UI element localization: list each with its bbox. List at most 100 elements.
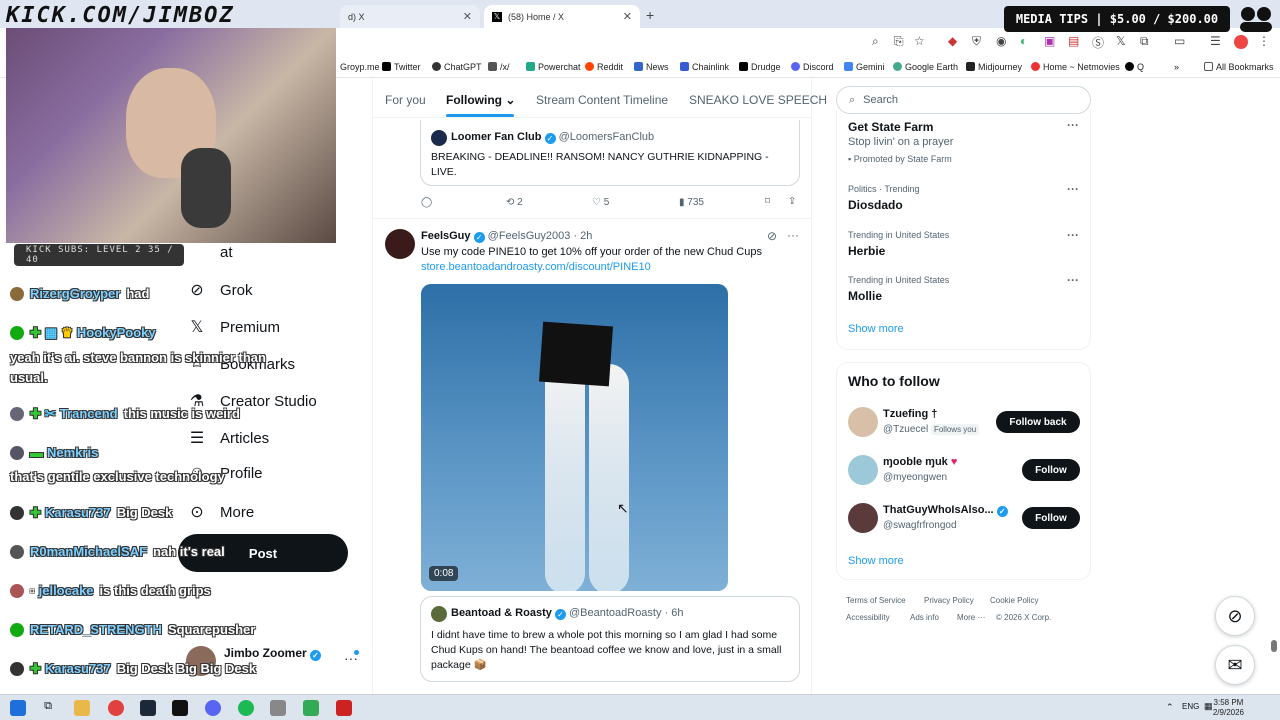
sidebar-item-grok[interactable]: ⊘ Grok: [186, 280, 252, 300]
tray-chevron-icon[interactable]: ⌃: [1166, 702, 1174, 713]
bookmark[interactable]: Q: [1125, 62, 1144, 72]
scrollbar-thumb[interactable]: [1271, 640, 1277, 652]
spotify-icon[interactable]: [238, 700, 254, 716]
reply-icon[interactable]: ◯: [421, 197, 432, 208]
bookmark[interactable]: News: [634, 62, 669, 72]
kick-app-icon[interactable]: [172, 700, 188, 716]
sidebar-item-articles[interactable]: ☰ Articles: [186, 428, 269, 448]
app-icon[interactable]: [303, 700, 319, 716]
extension-icon[interactable]: ▣: [1044, 34, 1055, 48]
trend-name[interactable]: Diosdado: [848, 198, 903, 212]
bookmark[interactable]: Chainlink: [680, 62, 729, 72]
install-icon[interactable]: ⎘: [894, 34, 904, 49]
zoom-icon[interactable]: ⌕: [872, 34, 879, 49]
bookmark[interactable]: Discord: [791, 62, 834, 72]
author-name[interactable]: FeelsGuy: [421, 230, 471, 242]
more-horizontal-icon[interactable]: ···: [1067, 228, 1079, 242]
user-name-row[interactable]: ɱooble ɱuk ♥: [883, 456, 957, 468]
sidebar-item-premium[interactable]: 𝕏 Premium: [186, 317, 280, 337]
show-more-link[interactable]: Show more: [848, 323, 904, 335]
bookmark[interactable]: Powerchat: [526, 62, 581, 72]
quoted-post[interactable]: Loomer Fan Club ✓ @LoomersFanClub BREAKI…: [420, 120, 800, 186]
all-bookmarks[interactable]: All Bookmarks: [1204, 62, 1274, 72]
file-explorer-icon[interactable]: [74, 700, 90, 716]
messages-icon[interactable]: ✉: [1215, 645, 1255, 685]
more-horizontal-icon[interactable]: ···: [1067, 118, 1079, 132]
tab-for-you[interactable]: For you: [385, 93, 426, 107]
discord-icon[interactable]: [205, 700, 221, 716]
avatar[interactable]: [385, 229, 415, 259]
sidebar-item-chat[interactable]: at: [186, 244, 233, 261]
browser-tab-active[interactable]: 𝕏 (58) Home / X ✕: [484, 5, 640, 28]
extension-icon[interactable]: ▤: [1068, 34, 1079, 48]
promo-title[interactable]: Get State Farm: [848, 120, 933, 134]
app-icon[interactable]: [270, 700, 286, 716]
bookmark[interactable]: Midjourney: [966, 62, 1022, 72]
bookmark[interactable]: Groyp.me: [340, 62, 380, 72]
new-tab-icon[interactable]: +: [646, 7, 654, 23]
more-horizontal-icon[interactable]: ···: [787, 228, 799, 242]
grok-icon[interactable]: ⊘: [1215, 596, 1255, 636]
more-horizontal-icon[interactable]: ···: [1067, 182, 1079, 196]
share-icon[interactable]: ⇪: [788, 196, 796, 207]
close-tab-icon[interactable]: ✕: [623, 10, 632, 23]
follow-back-button[interactable]: Follow back: [996, 411, 1080, 433]
extension-icon[interactable]: ◐: [1020, 34, 1027, 48]
tab-stream-content-timeline[interactable]: Stream Content Timeline: [536, 93, 668, 107]
trend-name[interactable]: Mollie: [848, 289, 882, 303]
video-player[interactable]: 0:08: [421, 284, 728, 591]
follow-button[interactable]: Follow: [1022, 459, 1080, 481]
follow-button[interactable]: Follow: [1022, 507, 1080, 529]
footer-link[interactable]: Ads info: [910, 613, 939, 622]
network-icon[interactable]: ▦: [1204, 701, 1213, 712]
retweet-button[interactable]: ⟲ 2: [506, 197, 523, 208]
quoted-post[interactable]: Beantoad & Roasty ✓ @BeantoadRoasty · 6h…: [420, 596, 800, 682]
bookmark[interactable]: Gemini: [844, 62, 885, 72]
bookmark[interactable]: /x/: [488, 62, 510, 72]
avatar[interactable]: [848, 407, 878, 437]
close-tab-icon[interactable]: ✕: [463, 10, 472, 23]
more-vertical-icon[interactable]: ⋮: [1258, 34, 1270, 48]
bookmark[interactable]: Google Earth: [893, 62, 958, 72]
user-name-row[interactable]: ThatGuyWhoIsAlso... ✓: [883, 504, 1008, 517]
views-button[interactable]: ▮ 735: [679, 197, 704, 208]
bookmark[interactable]: Reddit: [585, 62, 623, 72]
sidebar-item-more[interactable]: ⊙ More: [186, 502, 254, 522]
avatar[interactable]: [848, 503, 878, 533]
sidepanel-icon[interactable]: ▭: [1174, 34, 1185, 48]
footer-link[interactable]: Privacy Policy: [924, 596, 974, 605]
language-indicator[interactable]: ENG: [1182, 702, 1199, 711]
post-link[interactable]: store.beantoadandroasty.com/discount/PIN…: [421, 261, 651, 273]
bookmark-icon[interactable]: ⌑: [765, 196, 770, 207]
menu-icon[interactable]: ☰: [1210, 34, 1221, 48]
task-view-icon[interactable]: ⧉: [40, 700, 56, 716]
avatar[interactable]: [848, 455, 878, 485]
windows-start-icon[interactable]: [10, 700, 26, 716]
extension-icon[interactable]: ◆: [948, 34, 957, 48]
chrome-icon[interactable]: [108, 700, 124, 716]
tab-sneako-love-speech[interactable]: SNEAKO LOVE SPEECH: [689, 93, 827, 107]
footer-link[interactable]: Terms of Service: [846, 596, 906, 605]
extension-icon[interactable]: Ⓢ: [1092, 34, 1104, 51]
star-icon[interactable]: ☆: [914, 34, 925, 48]
puzzle-icon[interactable]: ⧉: [1140, 34, 1149, 49]
post-time[interactable]: · 2h: [573, 230, 592, 242]
tab-following[interactable]: Following ⌄: [446, 93, 515, 107]
profile-avatar-icon[interactable]: [1234, 35, 1248, 49]
browser-tab[interactable]: d) X ✕: [340, 5, 480, 28]
footer-link[interactable]: Accessibility: [846, 613, 890, 622]
bookmark[interactable]: ChatGPT: [432, 62, 482, 72]
bookmark[interactable]: Twitter: [382, 62, 421, 72]
shield-icon[interactable]: ⛨: [972, 34, 981, 49]
author-handle[interactable]: @FeelsGuy2003: [488, 230, 571, 242]
app-icon[interactable]: [336, 700, 352, 716]
show-more-link[interactable]: Show more: [848, 555, 904, 567]
steam-icon[interactable]: [140, 700, 156, 716]
extension-icon[interactable]: ◉: [996, 34, 1006, 48]
more-horizontal-icon[interactable]: ···: [1067, 273, 1079, 287]
chevron-right-icon[interactable]: »: [1174, 62, 1179, 72]
bookmark[interactable]: Home ~ Netmovies: [1031, 62, 1120, 72]
footer-link[interactable]: Cookie Policy: [990, 596, 1038, 605]
grok-icon[interactable]: ⊘: [767, 229, 777, 243]
x-extension-icon[interactable]: 𝕏: [1116, 34, 1126, 48]
